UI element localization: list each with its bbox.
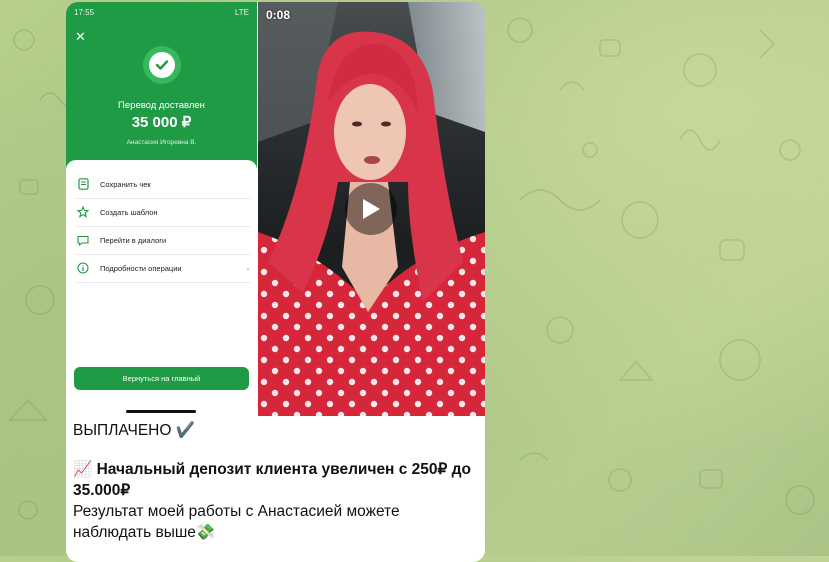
status-time: 17:55 [74, 8, 95, 17]
status-network: LTE [234, 8, 249, 17]
action-go-to-dialogs: Перейти в диалоги [74, 226, 251, 255]
action-create-template: Создать шаблон [74, 198, 251, 227]
play-button[interactable] [345, 183, 397, 235]
action-label: Подробности операции [100, 263, 182, 273]
message-line-result: Результат моей работы с Анастасией может… [73, 503, 400, 541]
action-label: Сохранить чек [100, 179, 151, 189]
transfer-status-title: Перевод доставлен [118, 100, 205, 111]
home-indicator [126, 410, 196, 413]
receipt-icon [76, 177, 90, 191]
message-bubble: 17:55 LTE ✕ Перевод доставлен 35 000 ₽ А… [66, 2, 485, 562]
play-icon [363, 199, 380, 219]
message-text: ВЫПЛАЧЕНО ✔️ 📈 Начальный депозит клиента… [73, 420, 478, 543]
return-home-button: Вернуться на главный [74, 367, 249, 390]
chevron-down-icon: ⌄ [245, 265, 251, 272]
action-operation-details: Подробности операции ⌄ [74, 254, 251, 283]
message-line-deposit: 📈 Начальный депозит клиента увеличен с 2… [73, 461, 471, 499]
recipient-name: Анастасия Игоревна В. [126, 139, 197, 146]
transfer-amount: 35 000 ₽ [131, 114, 192, 131]
actions-sheet: Сохранить чек Создать шаблон Перейти в д… [66, 160, 257, 416]
video-duration: 0:08 [266, 8, 291, 22]
star-icon [76, 205, 90, 219]
action-save-receipt: Сохранить чек [74, 170, 251, 199]
action-label: Создать шаблон [100, 207, 158, 217]
action-label: Перейти в диалоги [100, 235, 167, 245]
info-icon [76, 261, 90, 275]
message-line-paid: ВЫПЛАЧЕНО ✔️ [73, 422, 196, 439]
phone-status-bar: 17:55 LTE [74, 8, 249, 20]
chat-icon [76, 233, 90, 247]
success-check-icon [143, 46, 181, 84]
close-icon: ✕ [75, 29, 86, 44]
video-thumbnail[interactable]: 0:08 [258, 2, 485, 416]
media-album: 17:55 LTE ✕ Перевод доставлен 35 000 ₽ А… [66, 2, 485, 416]
bank-receipt-screenshot[interactable]: 17:55 LTE ✕ Перевод доставлен 35 000 ₽ А… [66, 2, 257, 416]
